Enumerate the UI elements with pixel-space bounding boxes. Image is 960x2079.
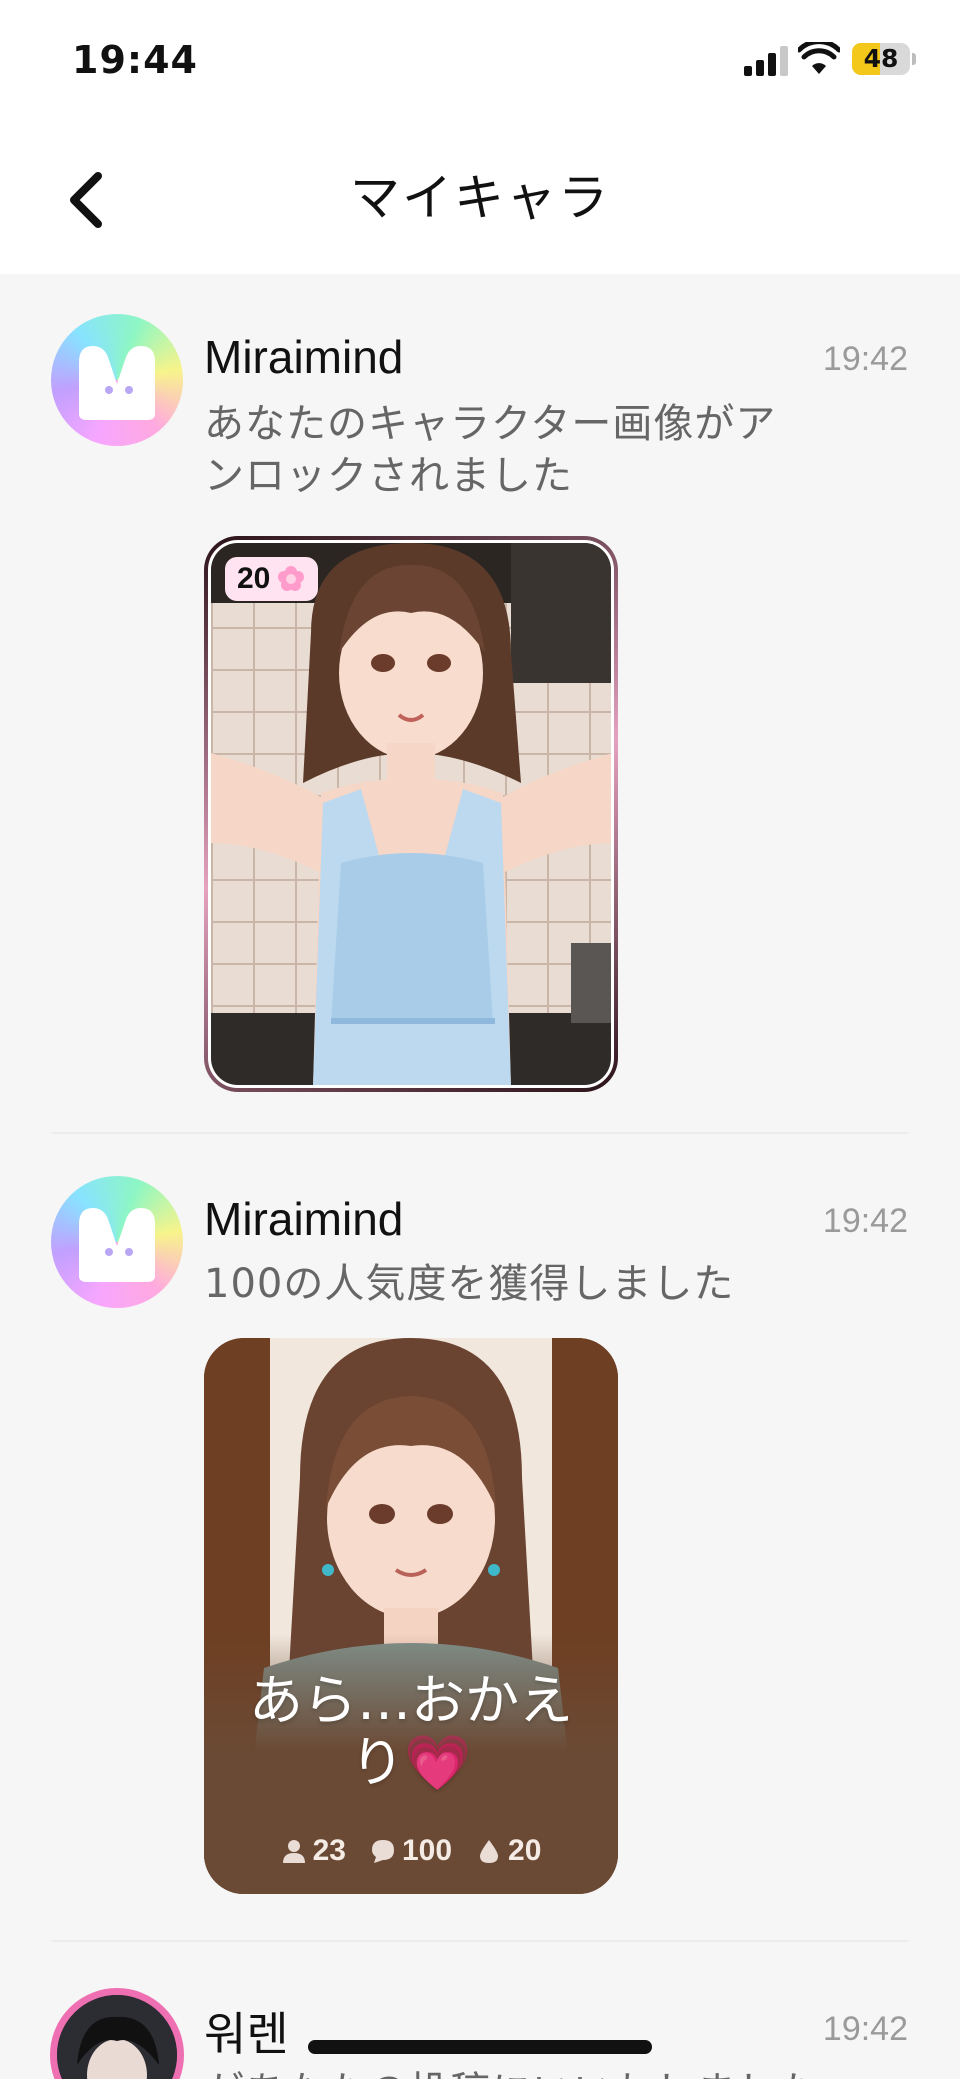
sender-name: Miraimind — [204, 1193, 404, 1245]
message-time: 19:42 — [822, 1202, 908, 1240]
badge-count: 20 — [237, 562, 271, 595]
flower-icon — [278, 566, 305, 591]
character-image: 20 — [208, 540, 614, 1088]
post-caption: あら…おかえり💗 — [249, 1669, 573, 1794]
divider — [52, 1940, 908, 1942]
cellular-signal-icon — [744, 46, 788, 76]
miraimind-logo-icon — [79, 346, 155, 420]
message-text: 100の人気度を獲得しました — [204, 1261, 735, 1307]
divider — [52, 1132, 908, 1134]
page-title: マイキャラ — [350, 169, 610, 227]
miraimind-avatar[interactable] — [51, 1176, 183, 1308]
nav-bar: マイキャラ — [0, 122, 960, 274]
chevron-left-icon — [70, 172, 102, 228]
miraimind-avatar[interactable] — [51, 314, 183, 446]
status-time: 19:44 — [72, 38, 198, 82]
message-time: 19:42 — [822, 340, 908, 378]
message-text: があなたの投稿にいいねしました — [204, 2066, 904, 2079]
battery-percentage: 48 — [863, 44, 899, 73]
sender-name: 워렌 — [204, 2008, 289, 2060]
battery-cap — [912, 53, 916, 65]
home-indicator[interactable] — [308, 2040, 652, 2054]
chat-bubble-icon — [371, 1840, 394, 1863]
status-bar: 19:44 48 — [0, 0, 960, 122]
followers-stat: 23 — [281, 1834, 346, 1868]
message-text: あなたのキャラクター画像がアンロックされました — [204, 401, 777, 499]
message-time: 19:42 — [822, 2010, 908, 2048]
comments-count: 100 — [401, 1834, 453, 1867]
user-avatar-image — [57, 1995, 177, 2079]
sender-name: Miraimind — [204, 331, 404, 383]
likes-stat: 20 — [476, 1834, 541, 1868]
user-avatar[interactable] — [50, 1988, 184, 2079]
wifi-icon — [798, 42, 840, 74]
post-stats: 23 100 20 — [204, 1834, 618, 1868]
battery-icon: 48 — [852, 43, 910, 75]
unlocked-character-image-card[interactable]: 20 — [204, 536, 618, 1092]
character-post-card[interactable]: あら…おかえり💗 23 100 20 — [204, 1338, 618, 1894]
back-button[interactable] — [56, 160, 126, 240]
miraimind-logo-icon — [79, 1208, 155, 1282]
unlock-cost-badge: 20 — [225, 557, 319, 601]
person-icon — [282, 1840, 305, 1863]
comments-stat: 100 — [370, 1834, 452, 1868]
followers-count: 23 — [312, 1834, 346, 1867]
likes-count: 20 — [508, 1834, 542, 1867]
drop-icon — [480, 1840, 499, 1863]
character-illustration — [211, 543, 611, 1085]
